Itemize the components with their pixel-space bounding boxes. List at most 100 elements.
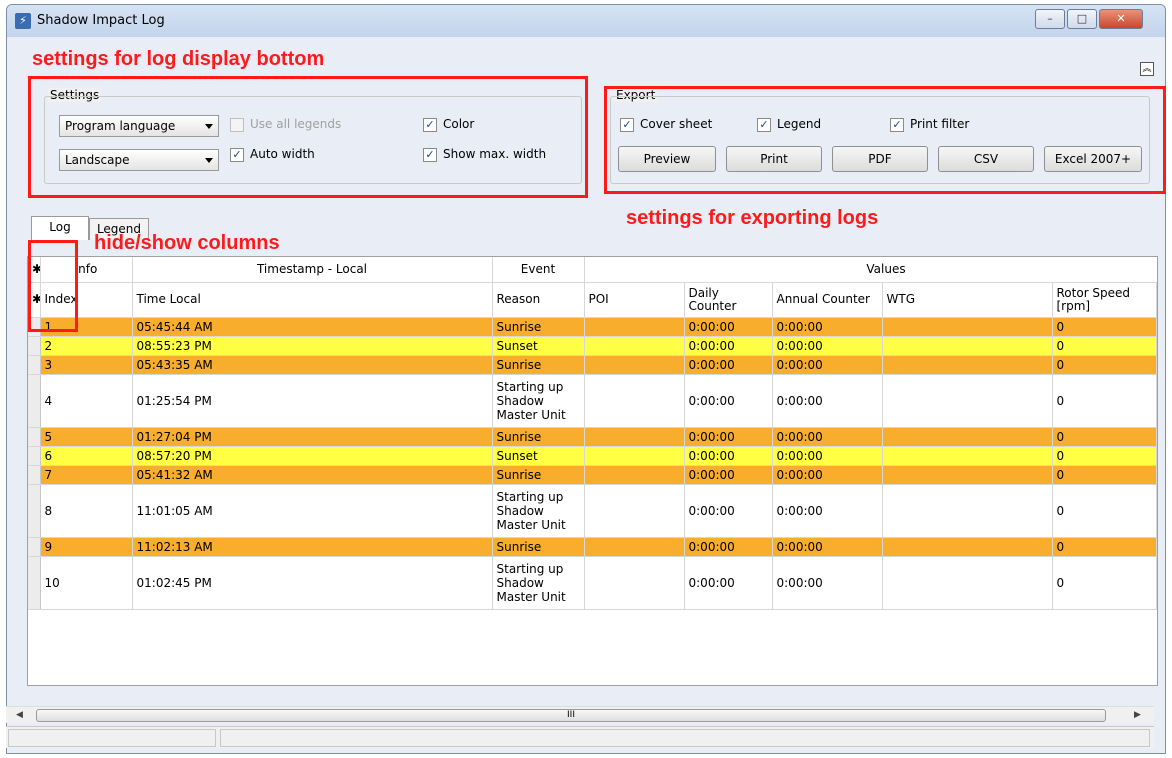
- table-row[interactable]: 705:41:32 AMSunrise0:00:000:00:0000: [28, 465, 1157, 485]
- column-header-daily-counter[interactable]: Daily Counter: [684, 282, 773, 318]
- cell-n: 0: [1156, 484, 1157, 538]
- cell-reason: Sunrise: [492, 317, 585, 337]
- row-indicator[interactable]: [28, 446, 41, 466]
- table-row[interactable]: 8 11:01:05 AM Starting up Shadow Master Un…: [28, 484, 1157, 538]
- scrollbar-thumb[interactable]: III: [36, 709, 1106, 722]
- status-cell-left: [8, 729, 216, 747]
- scroll-left-arrow-icon[interactable]: ◀: [16, 710, 23, 720]
- collapse-panel-icon[interactable]: ︽: [1140, 62, 1154, 76]
- cell-n: 0: [1156, 427, 1157, 447]
- row-indicator[interactable]: [28, 427, 41, 447]
- cell-annual-counter: 0:00:00: [772, 427, 883, 447]
- cell-rotor-speed: 0: [1052, 537, 1157, 557]
- cell-wtg: [882, 427, 1053, 447]
- app-icon: ⚡: [15, 13, 31, 29]
- cell-reason: Starting up Shadow Master Unit: [492, 484, 585, 538]
- cell-poi: [584, 374, 685, 428]
- cell-rotor-speed: 0: [1052, 484, 1157, 538]
- cell-annual-counter: 0:00:00: [772, 355, 883, 375]
- column-header-annual-counter[interactable]: Annual Counter: [772, 282, 883, 318]
- row-indicator[interactable]: [28, 537, 41, 557]
- cell-poi: [584, 317, 685, 337]
- row-indicator[interactable]: [28, 556, 41, 610]
- cell-daily-counter: 0:00:00: [684, 427, 773, 447]
- cell-annual-counter: 0:00:00: [772, 336, 883, 356]
- row-indicator[interactable]: [28, 374, 41, 428]
- group-header-values[interactable]: Values: [584, 257, 1157, 283]
- cell-n: 0: [1156, 336, 1157, 356]
- cell-time-local: 01:25:54 PM: [132, 374, 493, 428]
- cell-index: 8: [40, 484, 133, 538]
- cell-annual-counter: 0:00:00: [772, 374, 883, 428]
- cell-annual-counter: 0:00:00: [772, 537, 883, 557]
- table-row[interactable]: 911:02:13 AMSunrise0:00:000:00:0000: [28, 537, 1157, 557]
- table-row[interactable]: 4 01:25:54 PM Starting up Shadow Master Un…: [28, 374, 1157, 428]
- cell-annual-counter: 0:00:00: [772, 484, 883, 538]
- table-row[interactable]: 501:27:04 PMSunrise0:00:000:00:0000: [28, 427, 1157, 447]
- column-header-reason[interactable]: Reason: [492, 282, 585, 318]
- cell-rotor-speed: 0: [1052, 317, 1157, 337]
- cell-daily-counter: 0:00:00: [684, 336, 773, 356]
- log-grid[interactable]: ✱ Info Timestamp - Local Event Values ✱ …: [27, 256, 1158, 686]
- log-table: ✱ Info Timestamp - Local Event Values ✱ …: [28, 257, 1157, 610]
- window-title: Shadow Impact Log: [37, 13, 165, 28]
- close-button[interactable]: ✕: [1099, 9, 1143, 29]
- cell-annual-counter: 0:00:00: [772, 317, 883, 337]
- cell-wtg: [882, 484, 1053, 538]
- row-indicator[interactable]: [28, 484, 41, 538]
- table-row[interactable]: 608:57:20 PMSunset0:00:000:00:0000: [28, 446, 1157, 466]
- column-header-n[interactable]: N [: [1156, 282, 1157, 318]
- cell-reason: Sunrise: [492, 427, 585, 447]
- row-indicator[interactable]: [28, 355, 41, 375]
- cell-n: 0: [1156, 446, 1157, 466]
- maximize-button[interactable]: □: [1067, 9, 1097, 29]
- settings-highlight-box: [28, 76, 588, 198]
- cell-n: 0: [1156, 465, 1157, 485]
- cell-reason: Sunset: [492, 446, 585, 466]
- columns-annotation: hide/show columns: [94, 232, 280, 254]
- cell-daily-counter: 0:00:00: [684, 556, 773, 610]
- table-row[interactable]: 10 01:02:45 PM Starting up Shadow Master U…: [28, 556, 1157, 610]
- cell-reason: Starting up Shadow Master Unit: [492, 556, 585, 610]
- horizontal-scrollbar[interactable]: ◀ III ▶: [6, 706, 1154, 723]
- row-indicator[interactable]: [28, 336, 41, 356]
- cell-wtg: [882, 537, 1053, 557]
- cell-time-local: 05:41:32 AM: [132, 465, 493, 485]
- status-bar: [6, 726, 1154, 748]
- group-header-timestamp[interactable]: Timestamp - Local: [132, 257, 493, 283]
- scroll-right-arrow-icon[interactable]: ▶: [1134, 710, 1141, 720]
- cell-rotor-speed: 0: [1052, 336, 1157, 356]
- column-header-rotor-speed[interactable]: Rotor Speed [rpm]: [1052, 282, 1157, 318]
- column-header-poi[interactable]: POI: [584, 282, 685, 318]
- cell-n: 0: [1156, 317, 1157, 337]
- group-header-event[interactable]: Event: [492, 257, 585, 283]
- cell-poi: [584, 446, 685, 466]
- row-indicator[interactable]: [28, 465, 41, 485]
- cell-poi: [584, 556, 685, 610]
- cell-reason: Sunrise: [492, 465, 585, 485]
- table-row[interactable]: 105:45:44 AMSunrise0:00:000:00:0000: [28, 317, 1157, 337]
- cell-annual-counter: 0:00:00: [772, 446, 883, 466]
- settings-annotation: settings for log display bottom: [32, 48, 325, 70]
- cell-index: 7: [40, 465, 133, 485]
- table-row[interactable]: 208:55:23 PMSunset0:00:000:00:0000: [28, 336, 1157, 356]
- cell-time-local: 05:45:44 AM: [132, 317, 493, 337]
- column-header-time-local[interactable]: Time Local: [132, 282, 493, 318]
- cell-rotor-speed: 0: [1052, 374, 1157, 428]
- cell-daily-counter: 0:00:00: [684, 374, 773, 428]
- column-header-wtg[interactable]: WTG: [882, 282, 1053, 318]
- cell-time-local: 08:55:23 PM: [132, 336, 493, 356]
- title-bar: ⚡ Shadow Impact Log – □ ✕: [7, 5, 1165, 37]
- tab-log[interactable]: Log: [31, 216, 89, 240]
- cell-n: 0: [1156, 537, 1157, 557]
- cell-time-local: 01:02:45 PM: [132, 556, 493, 610]
- cell-index: 6: [40, 446, 133, 466]
- cell-poi: [584, 336, 685, 356]
- cell-wtg: [882, 355, 1053, 375]
- table-row[interactable]: 305:43:35 AMSunrise0:00:000:00:0000: [28, 355, 1157, 375]
- minimize-button[interactable]: –: [1035, 9, 1065, 29]
- cell-daily-counter: 0:00:00: [684, 355, 773, 375]
- cell-n: 0: [1156, 556, 1157, 610]
- cell-time-local: 11:01:05 AM: [132, 484, 493, 538]
- cell-annual-counter: 0:00:00: [772, 465, 883, 485]
